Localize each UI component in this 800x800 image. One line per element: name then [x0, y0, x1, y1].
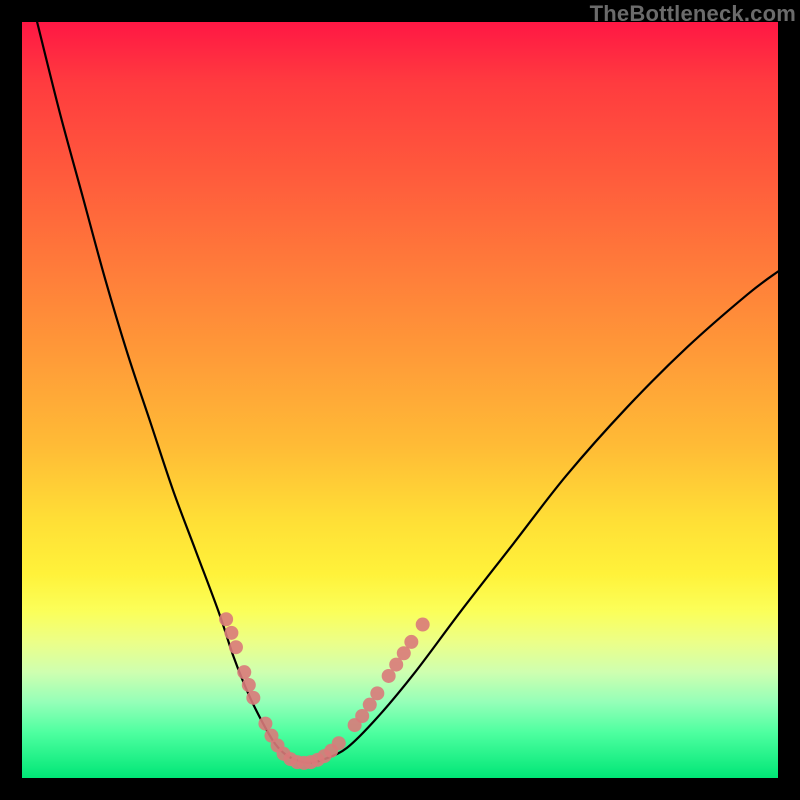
chart-frame: TheBottleneck.com [0, 0, 800, 800]
plot-area [22, 22, 778, 778]
curve-marker [258, 717, 272, 731]
curve-markers [219, 612, 430, 770]
curve-marker [332, 736, 346, 750]
curve-marker [229, 640, 243, 654]
curve-marker [404, 635, 418, 649]
curve-svg [22, 22, 778, 778]
curve-marker [370, 686, 384, 700]
curve-marker [246, 691, 260, 705]
curve-marker [224, 626, 238, 640]
curve-marker [219, 612, 233, 626]
curve-marker [237, 665, 251, 679]
curve-marker [416, 618, 430, 632]
curve-marker [242, 678, 256, 692]
